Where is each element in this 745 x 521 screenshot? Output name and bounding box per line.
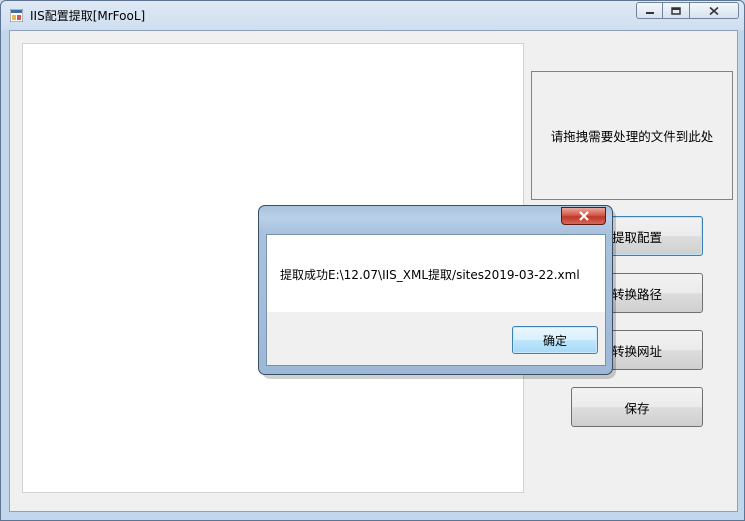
minimize-icon bbox=[645, 11, 654, 14]
save-label: 保存 bbox=[624, 400, 650, 416]
dialog-close-button[interactable] bbox=[561, 207, 606, 225]
maximize-icon bbox=[671, 6, 681, 15]
maximize-button[interactable] bbox=[663, 2, 690, 19]
save-button[interactable]: 保存 bbox=[571, 387, 703, 427]
dialog-message-area: 提取成功E:\12.07\IIS_XML提取/sites2019-03-22.x… bbox=[267, 235, 605, 312]
ok-button[interactable]: 确定 bbox=[512, 326, 598, 354]
minimize-button[interactable] bbox=[636, 2, 663, 19]
extract-config-label: 提取配置 bbox=[611, 229, 662, 245]
convert-url-label: 转换网址 bbox=[611, 343, 662, 359]
close-icon bbox=[578, 211, 589, 221]
drop-zone-label: 请拖拽需要处理的文件到此处 bbox=[550, 129, 714, 144]
title-bar[interactable]: IIS配置提取[MrFooL] bbox=[1, 1, 744, 29]
drop-zone[interactable]: 请拖拽需要处理的文件到此处 bbox=[531, 71, 733, 200]
dialog-body: 提取成功E:\12.07\IIS_XML提取/sites2019-03-22.x… bbox=[266, 234, 606, 366]
message-dialog: 提取成功E:\12.07\IIS_XML提取/sites2019-03-22.x… bbox=[258, 205, 613, 375]
window-title: IIS配置提取[MrFooL] bbox=[30, 9, 146, 23]
close-icon bbox=[709, 6, 719, 15]
ok-label: 确定 bbox=[542, 333, 567, 348]
convert-path-label: 转换路径 bbox=[611, 286, 662, 302]
dialog-message: 提取成功E:\12.07\IIS_XML提取/sites2019-03-22.x… bbox=[280, 268, 580, 282]
close-button[interactable] bbox=[690, 2, 739, 19]
app-icon bbox=[10, 9, 23, 22]
